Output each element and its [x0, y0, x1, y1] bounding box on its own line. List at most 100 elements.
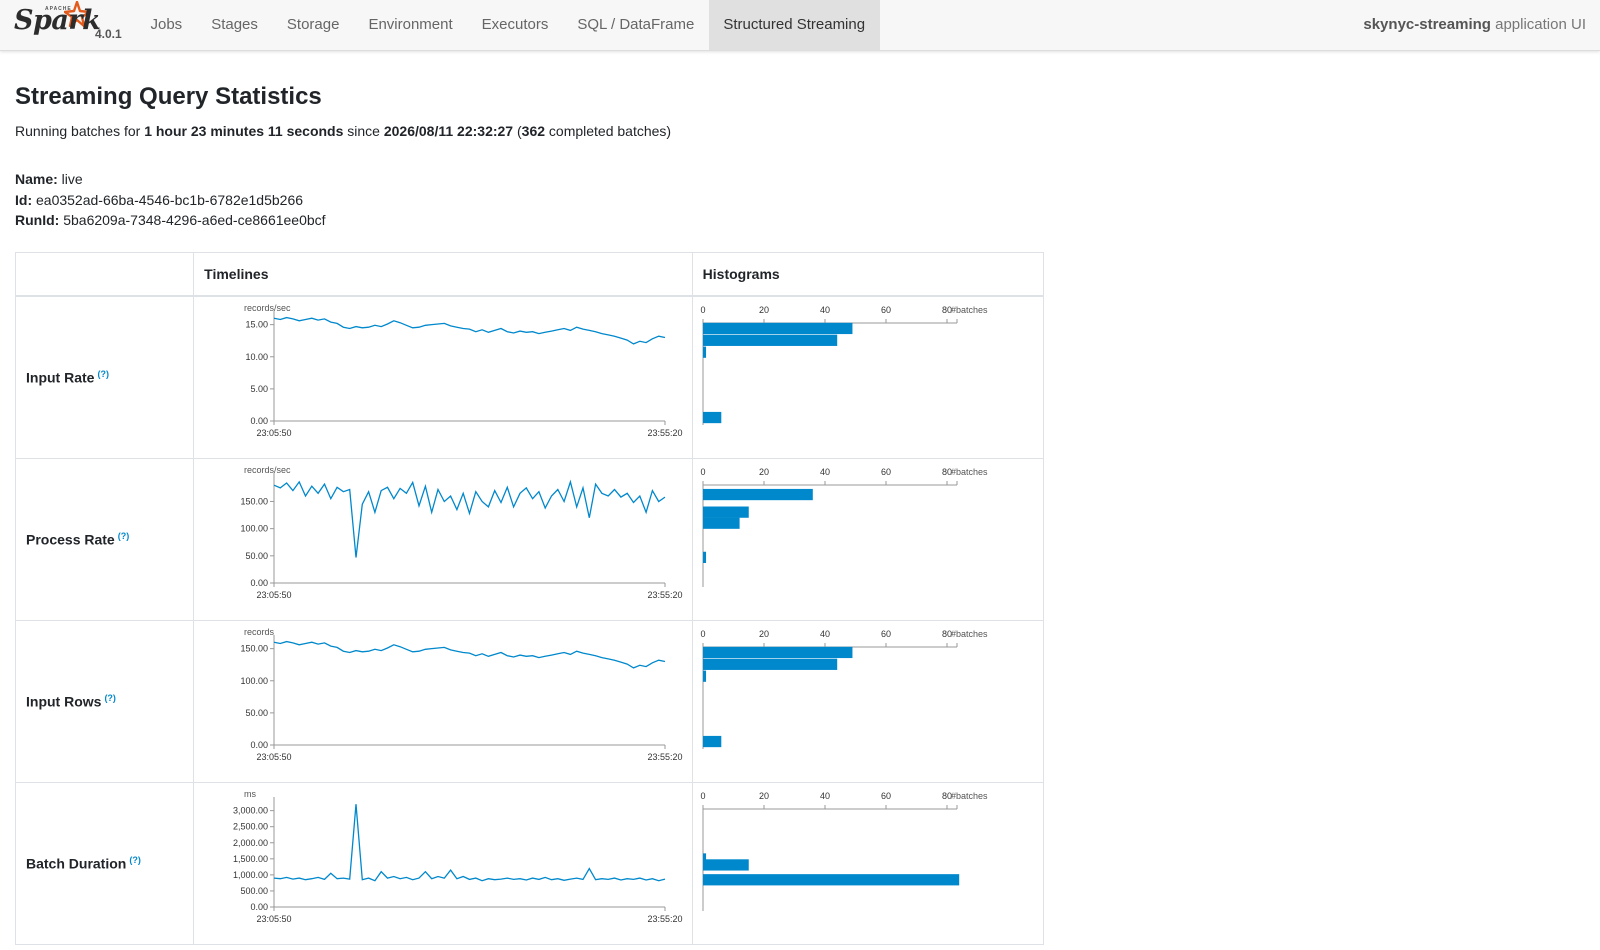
data-point	[607, 657, 610, 660]
nav-tab-structured-streaming[interactable]: Structured Streaming	[708, 0, 880, 50]
data-point	[638, 494, 641, 497]
data-point	[613, 876, 616, 879]
data-point	[462, 650, 465, 653]
data-point	[493, 328, 496, 331]
data-point	[645, 878, 648, 881]
data-point	[519, 329, 522, 332]
hist-x-tick-label: 40	[820, 305, 830, 315]
data-point	[512, 505, 515, 508]
nav-tab-sql-dataframe[interactable]: SQL / DataFrame	[563, 0, 709, 50]
data-point	[355, 555, 358, 558]
data-point	[493, 878, 496, 881]
y-tick-label: 0.00	[251, 578, 269, 588]
data-point	[304, 317, 307, 320]
data-point	[399, 321, 402, 324]
data-point	[323, 877, 326, 880]
data-point	[336, 645, 339, 648]
data-point	[500, 650, 503, 653]
data-point	[563, 499, 566, 502]
nav-tab-stages[interactable]: Stages	[197, 0, 273, 50]
nav-tab-executors[interactable]: Executors	[467, 0, 563, 50]
data-point	[285, 316, 288, 319]
data-point	[430, 323, 433, 326]
data-point	[544, 654, 547, 657]
data-point	[342, 490, 345, 493]
data-point	[392, 497, 395, 500]
start-time: 2026/08/11 22:32:27	[383, 123, 514, 139]
histogram-chart: 0 20 40 60 80#batches	[700, 791, 988, 911]
data-point	[424, 323, 427, 326]
y-tick-label: 15.00	[246, 319, 269, 329]
help-icon[interactable]: (?)	[97, 369, 109, 379]
data-point	[626, 338, 629, 341]
data-point	[443, 499, 446, 502]
y-tick-label: 3,000.00	[233, 805, 268, 815]
metric-row-process-rate: Process Rate (?) records/sec 0.00 50.00 100.…	[14, 457, 1045, 621]
data-point	[538, 490, 541, 493]
data-point	[411, 326, 414, 329]
metric-label-text: Input Rate	[26, 369, 95, 386]
hist-bar	[702, 517, 740, 529]
nav-tab-storage[interactable]: Storage	[272, 0, 354, 50]
data-point	[348, 326, 351, 329]
data-point	[386, 646, 389, 649]
help-icon[interactable]: (?)	[118, 531, 130, 541]
data-point	[437, 646, 440, 649]
data-point	[645, 341, 648, 344]
spark-logo[interactable]: APACHE Spark 4.0.1	[12, 0, 132, 50]
nav-tab-jobs[interactable]: Jobs	[136, 0, 197, 50]
data-point	[443, 321, 446, 324]
data-point	[437, 322, 440, 325]
y-tick-label: 5.00	[251, 383, 269, 393]
data-point	[632, 666, 635, 669]
data-point	[329, 497, 332, 500]
data-point	[588, 328, 591, 331]
data-point	[607, 333, 610, 336]
data-point	[645, 665, 648, 668]
data-point	[298, 480, 301, 483]
data-point	[279, 486, 282, 489]
data-point	[638, 876, 641, 879]
data-point	[582, 327, 585, 330]
hist-axis-label: #batches	[951, 467, 988, 477]
hist-bar	[702, 506, 749, 518]
data-point	[506, 485, 509, 488]
data-point	[336, 321, 339, 324]
data-point	[405, 323, 408, 326]
data-point	[538, 332, 541, 335]
series-line	[273, 479, 666, 558]
data-point	[544, 875, 547, 878]
hist-bar	[702, 873, 959, 885]
data-point	[304, 878, 307, 881]
help-icon[interactable]: (?)	[104, 693, 116, 703]
metric-label-text: Input Rows	[26, 693, 102, 710]
x-tick-label: 23:55:20	[648, 752, 683, 762]
hist-axis-label: #batches	[951, 629, 988, 639]
data-point	[626, 662, 629, 665]
data-point	[311, 484, 314, 487]
hist-x-tick-label: 20	[759, 305, 769, 315]
data-point	[550, 878, 553, 881]
timeline-chart: records/sec 0.00 5.00 10.00 15.00 23:05:50 23:…	[244, 303, 683, 438]
data-point	[292, 877, 295, 880]
data-point	[285, 875, 288, 878]
y-tick-label: 100.00	[241, 675, 269, 685]
hist-axis-label: #batches	[951, 305, 988, 315]
nav-tabs: Jobs Stages Storage Environment Executor…	[136, 0, 880, 50]
data-point	[531, 330, 534, 333]
data-point	[569, 877, 572, 880]
data-point	[556, 877, 559, 880]
data-point	[468, 651, 471, 654]
help-icon[interactable]: (?)	[129, 855, 141, 865]
data-point	[651, 877, 654, 880]
metric-label-process-rate: Process Rate (?)	[14, 457, 195, 621]
data-point	[556, 328, 559, 331]
data-point	[582, 486, 585, 489]
timeline-chart: records/sec 0.00 50.00 100.00 150.00 23:05:50…	[241, 465, 683, 600]
data-point	[424, 870, 427, 873]
nav-tab-environment[interactable]: Environment	[354, 0, 467, 50]
data-point	[582, 651, 585, 654]
hist-x-tick-label: 0	[700, 629, 705, 639]
hist-bar	[702, 858, 749, 871]
summary-open-paren: (	[513, 123, 522, 139]
